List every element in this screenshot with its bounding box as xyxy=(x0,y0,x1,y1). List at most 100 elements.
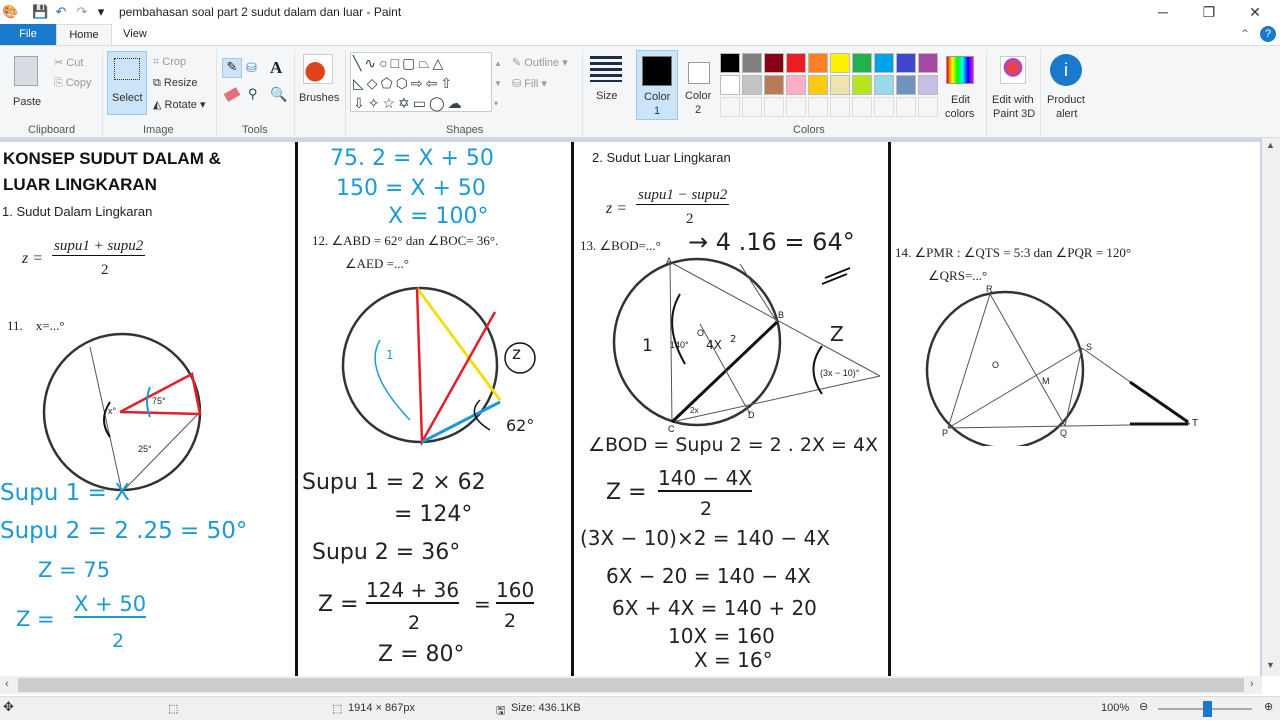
resize-button[interactable]: ⧉ Resize xyxy=(153,77,198,90)
fill-button[interactable]: ⛁ Fill ▾ xyxy=(512,77,547,90)
vertical-scrollbar[interactable]: ▲ ▼ xyxy=(1262,138,1280,676)
horizontal-scrollbar[interactable]: ‹ › xyxy=(0,676,1262,694)
shapes-gallery[interactable]: ╲∿○□▢⏢△ ◺◇⬠⬡⇨⇦⇧ ⇩✧☆✡▭◯☁ xyxy=(350,52,492,112)
fig-label: 62° xyxy=(506,416,535,435)
pencil-icon[interactable]: ✎ xyxy=(222,58,242,78)
palette-color-swatch[interactable] xyxy=(808,53,828,73)
formula-denominator: 2 xyxy=(686,211,694,227)
palette-color-swatch[interactable] xyxy=(918,75,938,95)
custom-color-slot[interactable] xyxy=(786,97,806,117)
fig-label: (3x − 10)° xyxy=(820,368,860,378)
rotate-button[interactable]: ◭ Rotate ▾ xyxy=(153,98,206,111)
fig-label: M xyxy=(1042,376,1050,386)
palette-color-swatch[interactable] xyxy=(852,75,872,95)
zoom-out-button[interactable]: ⊖ xyxy=(1139,700,1148,713)
product-alert-button[interactable]: i Product alert xyxy=(1044,52,1088,122)
edit-colors-button[interactable]: Edit colors xyxy=(942,52,978,122)
paint-app-icon[interactable]: 🎨 xyxy=(2,4,18,20)
fig-label: A xyxy=(666,256,673,266)
customize-quick-access-icon[interactable]: ▾ xyxy=(93,4,109,20)
paint3d-label2: Paint 3D xyxy=(993,108,1036,120)
custom-color-slot[interactable] xyxy=(764,97,784,117)
handwriting: 2 xyxy=(112,630,125,652)
scroll-up-icon[interactable]: ▲ xyxy=(1266,140,1275,150)
fig-label: Q xyxy=(1060,428,1068,438)
tab-home[interactable]: Home xyxy=(56,24,112,45)
handwriting: 140 − 4X xyxy=(658,466,753,492)
edit-with-paint3d-button[interactable]: Edit with Paint 3D xyxy=(990,52,1036,122)
line-size-icon xyxy=(590,56,622,82)
tools-group-label: Tools xyxy=(242,124,268,136)
custom-color-slot[interactable] xyxy=(918,97,938,117)
custom-color-slot[interactable] xyxy=(720,97,740,117)
handwriting: Supu 1 = X xyxy=(0,480,130,506)
palette-color-swatch[interactable] xyxy=(874,75,894,95)
palette-color-swatch[interactable] xyxy=(896,53,916,73)
minimize-button[interactable]: ─ xyxy=(1140,0,1186,24)
custom-color-slot[interactable] xyxy=(874,97,894,117)
shapes-scroll-icon[interactable]: ▲ ▼ ▾ xyxy=(494,54,502,114)
tab-view[interactable]: View xyxy=(112,24,158,45)
crop-button[interactable]: ⌗ Crop xyxy=(153,56,186,69)
palette-color-swatch[interactable] xyxy=(742,53,762,73)
brushes-button[interactable]: Brushes xyxy=(298,52,340,118)
palette-color-swatch[interactable] xyxy=(918,53,938,73)
color2-button[interactable]: Color 2 xyxy=(680,50,718,120)
cut-button[interactable]: ✂ Cut xyxy=(54,56,83,69)
zoom-in-button[interactable]: ⊕ xyxy=(1264,700,1273,713)
palette-color-swatch[interactable] xyxy=(764,75,784,95)
redo-icon[interactable]: ↷ xyxy=(74,4,90,20)
horizontal-scroll-thumb[interactable] xyxy=(18,678,1244,692)
save-icon[interactable]: 💾 xyxy=(32,4,48,20)
help-icon[interactable]: ? xyxy=(1260,26,1276,42)
tab-file[interactable]: File xyxy=(0,24,56,45)
palette-color-swatch[interactable] xyxy=(764,53,784,73)
palette-color-swatch[interactable] xyxy=(808,75,828,95)
brush-icon xyxy=(303,54,333,84)
scroll-down-icon[interactable]: ▼ xyxy=(1266,660,1275,670)
color1-button[interactable]: Color 1 xyxy=(636,50,678,120)
question-12: 12. ∠ABD = 62° dan ∠BOC= 36°. xyxy=(312,233,499,248)
copy-button[interactable]: ⎘ Copy xyxy=(54,77,92,90)
fill-bucket-icon[interactable]: ⛁ xyxy=(246,60,257,76)
palette-color-swatch[interactable] xyxy=(742,75,762,95)
palette-color-swatch[interactable] xyxy=(720,75,740,95)
divider xyxy=(294,50,295,136)
select-button[interactable]: Select xyxy=(107,51,147,115)
palette-color-swatch[interactable] xyxy=(830,75,850,95)
fig-label: B xyxy=(778,310,785,320)
magnifier-icon[interactable]: 🔍 xyxy=(270,86,287,103)
maximize-button[interactable]: ❐ xyxy=(1186,0,1232,24)
fig-label: 2x xyxy=(690,406,699,415)
undo-icon[interactable]: ↶ xyxy=(53,4,69,20)
size-button[interactable]: Size xyxy=(588,52,624,118)
scroll-left-icon[interactable]: ‹ xyxy=(5,678,9,690)
close-button[interactable]: ✕ xyxy=(1232,0,1278,24)
paste-button[interactable]: Paste xyxy=(6,52,46,122)
zoom-slider-thumb[interactable] xyxy=(1203,701,1212,717)
text-tool-icon[interactable]: A xyxy=(270,58,282,78)
eraser-icon[interactable] xyxy=(223,87,241,102)
custom-color-slot[interactable] xyxy=(830,97,850,117)
palette-color-swatch[interactable] xyxy=(852,53,872,73)
scroll-right-icon[interactable]: › xyxy=(1250,678,1254,690)
figure-14 xyxy=(925,290,1191,446)
paint3d-icon xyxy=(1000,56,1026,84)
palette-color-swatch[interactable] xyxy=(830,53,850,73)
drawing-canvas[interactable]: KONSEP SUDUT DALAM & LUAR LINGKARAN 1. S… xyxy=(0,142,1260,676)
custom-color-slot[interactable] xyxy=(742,97,762,117)
outline-button[interactable]: ✎ Outline ▾ xyxy=(512,56,568,69)
palette-color-swatch[interactable] xyxy=(896,75,916,95)
file-size-icon: 🖫 xyxy=(496,705,506,717)
brushes-label: Brushes xyxy=(299,92,340,104)
palette-color-swatch[interactable] xyxy=(720,53,740,73)
custom-color-slot[interactable] xyxy=(808,97,828,117)
palette-color-swatch[interactable] xyxy=(874,53,894,73)
custom-color-slot[interactable] xyxy=(896,97,916,117)
formula-numerator: supu1 − supu2 xyxy=(636,187,730,205)
palette-color-swatch[interactable] xyxy=(786,75,806,95)
custom-color-slot[interactable] xyxy=(852,97,872,117)
collapse-ribbon-icon[interactable]: ⌃ xyxy=(1240,27,1250,41)
color-picker-icon[interactable]: ⚲ xyxy=(248,86,258,102)
palette-color-swatch[interactable] xyxy=(786,53,806,73)
